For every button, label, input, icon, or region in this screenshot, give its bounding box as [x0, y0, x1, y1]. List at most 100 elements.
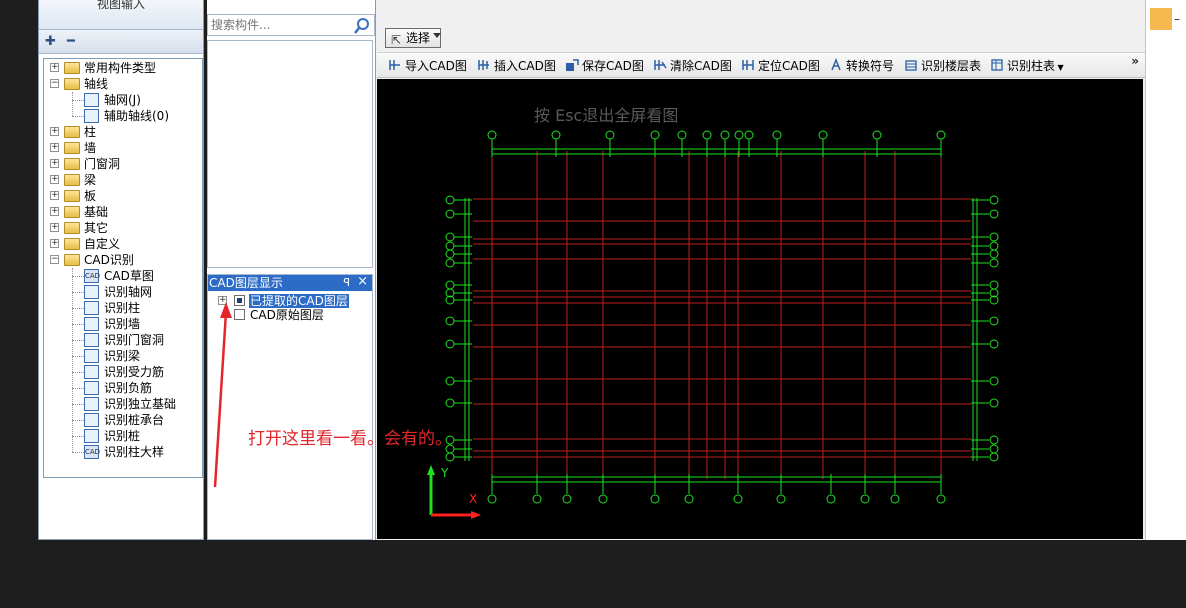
axis-bubble — [684, 494, 694, 504]
axis-bubble — [445, 280, 455, 290]
axis-bubble — [445, 339, 455, 349]
tool-icon — [84, 397, 99, 411]
tree-leaf[interactable]: 识别受力筋 — [44, 364, 202, 380]
tree-connector — [72, 324, 84, 325]
tree-node-9[interactable]: + 自定义 — [44, 236, 202, 252]
axis-bubble — [445, 249, 455, 259]
save-cad-button[interactable]: 保存CAD图 — [565, 58, 644, 74]
tree-leaf[interactable]: 识别桩 — [44, 428, 202, 444]
insert-cad-button[interactable]: 插入CAD图 — [477, 58, 556, 74]
select-dropdown-icon[interactable] — [433, 33, 441, 38]
pin-icon[interactable]: ꟼ — [343, 275, 350, 291]
tool-icon — [84, 349, 99, 363]
tree-leaf[interactable]: 轴网(J) — [44, 92, 202, 108]
layer-checkbox[interactable] — [234, 295, 245, 306]
folder-icon — [64, 174, 80, 186]
select-button-label: 选择 — [406, 31, 431, 45]
tree-node-3[interactable]: + 墙 — [44, 140, 202, 156]
tree-leaf[interactable]: 识别负筋 — [44, 380, 202, 396]
tree-leaf[interactable]: 识别轴网 — [44, 284, 202, 300]
component-tree: + 常用构件类型 − 轴线 轴网(J) 辅助轴线(0) + 柱 + 墙 + 门窗洞 + 梁 + 板 + 基础 + 其它… — [43, 58, 203, 478]
tree-node-10[interactable]: − CAD识别 — [44, 252, 202, 268]
tree-leaf[interactable]: 识别墙 — [44, 316, 202, 332]
collapse-icon[interactable]: − — [50, 255, 59, 264]
tree-leaf[interactable]: CAD CAD草图 — [44, 268, 202, 284]
tree-node-label: 其它 — [84, 221, 109, 235]
expand-icon[interactable]: + — [50, 191, 59, 200]
folder-shape — [64, 62, 80, 74]
locate-cad-button[interactable]: 定位CAD图 — [741, 58, 820, 74]
tree-connector — [72, 372, 84, 373]
add-tree-icon[interactable]: ✚ — [45, 34, 56, 49]
collapse-tree-icon[interactable]: ━ — [67, 34, 75, 49]
tool-icon — [84, 109, 99, 123]
cad-toolbar: 导入CAD图 插入CAD图 保存CAD图 清除CAD图 定位CAD图 转换符号 … — [377, 52, 1145, 78]
tree-node-8[interactable]: + 其它 — [44, 220, 202, 236]
collapse-icon[interactable]: − — [50, 79, 59, 88]
tool-icon — [84, 317, 99, 331]
layer-item-original[interactable]: CAD原始图层 — [218, 308, 368, 322]
tree-leaf[interactable]: CAD 识别柱大样 — [44, 444, 202, 460]
tree-node-7[interactable]: + 基础 — [44, 204, 202, 220]
folder-icon — [64, 158, 80, 170]
tree-node-2[interactable]: + 柱 — [44, 124, 202, 140]
toolbar-overflow-icon[interactable]: » — [1131, 54, 1139, 68]
axis-bubble — [989, 258, 999, 268]
search-results-list[interactable] — [207, 40, 373, 268]
expand-icon[interactable]: + — [50, 143, 59, 152]
import-cad-button[interactable]: 导入CAD图 — [388, 58, 467, 74]
tree-node-6[interactable]: + 板 — [44, 188, 202, 204]
folder-shape — [64, 206, 80, 218]
layer-checkbox[interactable] — [234, 309, 245, 320]
tree-leaf[interactable]: 辅助轴线(0) — [44, 108, 202, 124]
expand-icon[interactable]: + — [50, 159, 59, 168]
tree-node-4[interactable]: + 门窗洞 — [44, 156, 202, 172]
search-input[interactable] — [211, 15, 346, 35]
tree-leaf-label: 识别柱 — [104, 301, 141, 315]
tree-leaf-label: 识别墙 — [104, 317, 141, 331]
minimize-icon[interactable]: – — [1174, 12, 1180, 26]
tree-leaf-label: 识别柱大样 — [104, 445, 165, 459]
tree-leaf[interactable]: 识别桩承台 — [44, 412, 202, 428]
tree-node-5[interactable]: + 梁 — [44, 172, 202, 188]
identify-column-table-button[interactable]: 识别柱表 ▼ — [990, 58, 1064, 74]
cad-drawing-canvas[interactable]: 按 Esc退出全屏看图 YX — [377, 79, 1143, 539]
y-axis-arrow — [427, 465, 435, 475]
tree-leaf[interactable]: 识别梁 — [44, 348, 202, 364]
select-button[interactable]: ⇱ 选择 — [385, 28, 441, 48]
tree-leaf[interactable]: 识别独立基础 — [44, 396, 202, 412]
expand-icon[interactable]: + — [50, 127, 59, 136]
tree-node-1[interactable]: − 轴线 — [44, 76, 202, 92]
tree-leaf-label: 识别梁 — [104, 349, 141, 363]
convert-symbol-button[interactable]: 转换符号 — [829, 57, 894, 74]
accent-tab[interactable] — [1150, 8, 1172, 30]
search-icon[interactable] — [353, 17, 371, 35]
search-box — [207, 14, 375, 36]
expand-icon[interactable]: + — [50, 63, 59, 72]
expand-icon[interactable]: + — [50, 207, 59, 216]
expand-icon[interactable]: + — [218, 296, 227, 305]
layer-panel-titlebar[interactable]: CAD图层显示 ꟼ × — [208, 274, 372, 291]
tree-leaf[interactable]: 识别柱 — [44, 300, 202, 316]
open-folder-icon — [64, 254, 80, 266]
identify-floor-table-button[interactable]: 识别楼层表 — [904, 58, 981, 74]
expand-icon[interactable]: + — [50, 239, 59, 248]
tree-node-0[interactable]: + 常用构件类型 — [44, 60, 202, 76]
clear-cad-button[interactable]: 清除CAD图 — [653, 58, 732, 74]
dropdown-arrow-icon[interactable]: ▼ — [1055, 63, 1064, 72]
expand-icon[interactable]: + — [50, 223, 59, 232]
layer-panel-title: CAD图层显示 — [209, 276, 283, 290]
expand-icon[interactable]: + — [50, 175, 59, 184]
cad-drawing: YX — [427, 130, 999, 519]
layer-item-extracted[interactable]: + 已提取的CAD图层 — [218, 294, 368, 308]
tool-label: 导入CAD图 — [405, 59, 467, 73]
tree-node-label: 常用构件类型 — [84, 61, 157, 75]
axis-bubble — [776, 494, 786, 504]
folder-icon — [64, 142, 80, 154]
axis-bubble — [532, 494, 542, 504]
axis-bubble — [826, 494, 836, 504]
annotation-text: 打开这里看一看。会有的。 — [248, 429, 452, 449]
axis-bubble — [605, 130, 615, 140]
close-icon[interactable]: × — [357, 274, 368, 290]
tree-leaf[interactable]: 识别门窗洞 — [44, 332, 202, 348]
